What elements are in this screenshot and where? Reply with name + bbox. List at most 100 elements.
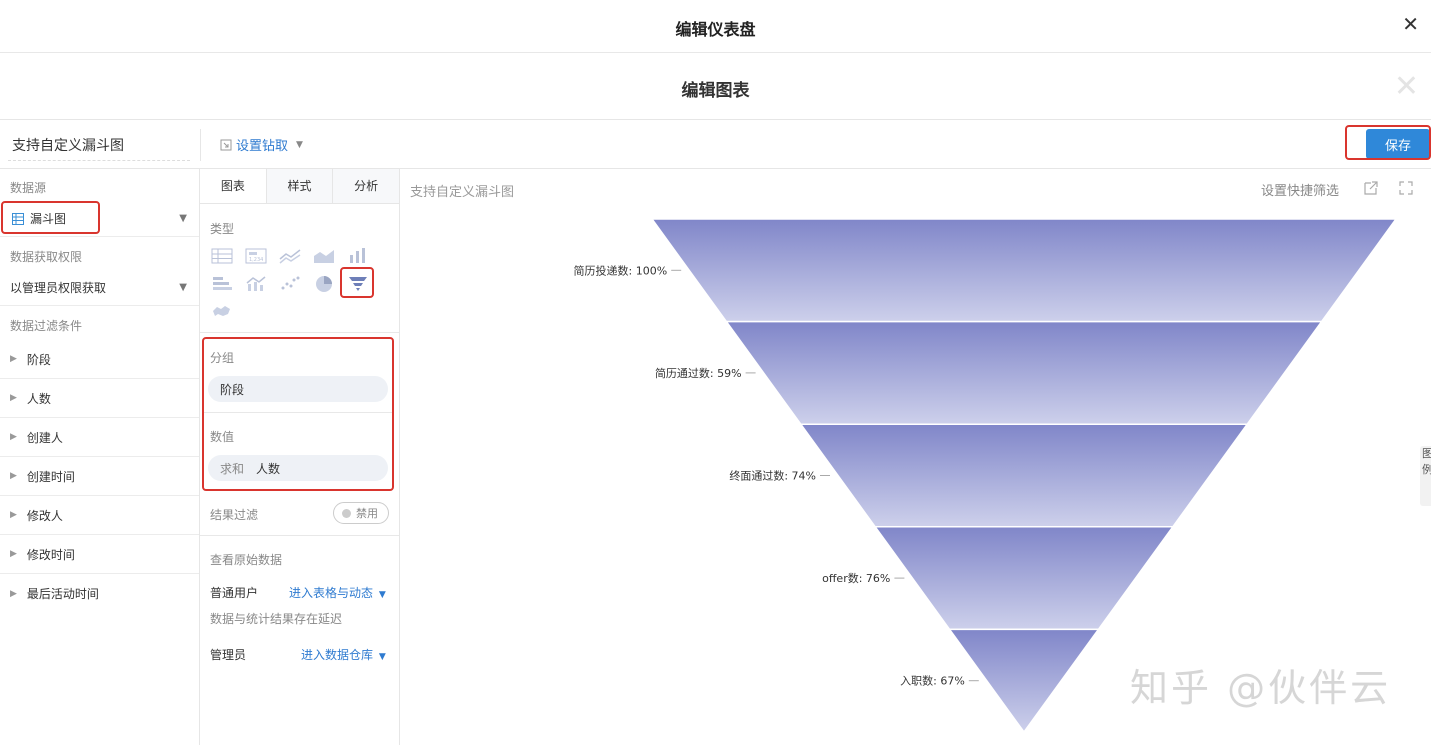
- funnel-data-label: 终面通过数: 74%: [729, 469, 816, 483]
- pie-chart-icon[interactable]: [312, 274, 336, 294]
- data-filter-label: 数据过滤条件: [10, 319, 83, 333]
- caret-right-icon: ▶: [10, 588, 17, 599]
- funnel-segment[interactable]: [799, 423, 1249, 528]
- value-label: 数值: [210, 430, 235, 444]
- field-item[interactable]: ▶ 人数: [0, 379, 199, 418]
- permission-label: 数据获取权限: [10, 250, 83, 264]
- fullscreen-icon[interactable]: [1398, 180, 1414, 196]
- dashboard-editor-header: 编辑仪表盘 ✕: [0, 0, 1431, 53]
- funnel-data-label: 简历投递数: 100%: [574, 263, 668, 277]
- funnel-segment[interactable]: [724, 320, 1324, 425]
- map-chart-icon[interactable]: [210, 302, 234, 322]
- field-label: 最后活动时间: [26, 587, 99, 601]
- chevron-down-icon: ▼: [296, 139, 303, 150]
- caret-right-icon: ▶: [10, 432, 17, 442]
- table-icon: [12, 212, 24, 225]
- raw-data-label: 查看原始数据: [210, 553, 283, 567]
- normal-user-label: 普通用户: [210, 586, 259, 600]
- line-chart-icon[interactable]: [278, 246, 302, 266]
- chart-title: 支持自定义漏斗图: [410, 185, 515, 200]
- funnel-chart-icon[interactable]: [346, 274, 370, 294]
- caret-right-icon: ▶: [10, 471, 17, 481]
- datasource-value: 漏斗图: [30, 212, 67, 226]
- field-label: 修改时间: [26, 547, 75, 562]
- drill-setting-button[interactable]: 设置钻取 ▼: [220, 135, 303, 154]
- enter-table-link[interactable]: 进入表格与动态 ▼: [289, 584, 386, 601]
- field-label: 人数: [26, 391, 51, 406]
- funnel-segment[interactable]: [650, 218, 1398, 323]
- combo-chart-icon[interactable]: [244, 274, 268, 294]
- permission-select[interactable]: 以管理员权限获取 ▼: [0, 270, 199, 306]
- close-chart-editor-icon[interactable]: ✕: [1394, 72, 1419, 102]
- funnel-data-label: offer数: 76%: [822, 572, 890, 585]
- drill-icon: [220, 139, 232, 150]
- drill-setting-label: 设置钻取: [236, 139, 289, 154]
- delay-note: 数据与统计结果存在延迟: [210, 612, 343, 626]
- value-field-name: 人数: [256, 461, 281, 476]
- enter-table-link-label: 进入表格与动态: [289, 586, 374, 600]
- datasource-select[interactable]: 漏斗图 ▼: [0, 201, 199, 237]
- legend-toggle-tab[interactable]: 图例: [1420, 446, 1431, 506]
- field-label: 创建时间: [26, 469, 75, 484]
- field-label: 修改人: [26, 508, 63, 523]
- tab-style[interactable]: 样式: [265, 169, 333, 203]
- table-chart-icon[interactable]: [210, 246, 234, 266]
- chart-type-label: 类型: [210, 222, 235, 236]
- quick-filter-button[interactable]: 设置快捷筛选: [1261, 180, 1339, 199]
- svg-text:1,234: 1,234: [249, 257, 263, 263]
- divider: [202, 412, 392, 413]
- group-label: 分组: [210, 351, 235, 365]
- caret-right-icon: ▶: [10, 549, 17, 559]
- horizontal-bar-icon[interactable]: [210, 274, 234, 294]
- funnel-data-label: 简历通过数: 59%: [655, 366, 742, 380]
- legend-tab-label: 图例: [1422, 447, 1431, 476]
- datasource-label: 数据源: [10, 181, 47, 195]
- value-field-pill[interactable]: 求和 人数: [208, 455, 388, 481]
- enter-warehouse-link[interactable]: 进入数据仓库 ▼: [301, 646, 386, 663]
- chart-preview-area: 简历投递数: 100% 简历通过数: 59% 终面通过数: 74% offer数: 7…: [400, 169, 1431, 745]
- scatter-chart-icon[interactable]: [278, 274, 302, 294]
- result-filter-label: 结果过滤: [210, 508, 259, 522]
- caret-right-icon: ▶: [10, 510, 17, 520]
- funnel-segment[interactable]: [873, 526, 1175, 631]
- chart-editor-title: 编辑图表: [681, 81, 750, 101]
- chevron-down-icon: ▼: [378, 652, 386, 662]
- chart-toolbar: 设置钻取 ▼ 保存: [0, 121, 1431, 169]
- area-chart-icon[interactable]: [312, 246, 336, 266]
- group-field-value: 阶段: [220, 382, 245, 397]
- caret-right-icon: ▶: [10, 393, 17, 403]
- field-item[interactable]: ▶ 阶段: [0, 340, 199, 379]
- divider: [200, 332, 399, 333]
- tab-chart[interactable]: 图表: [200, 169, 266, 203]
- result-filter-toggle[interactable]: 禁用: [333, 502, 389, 524]
- permission-value: 以管理员权限获取: [10, 281, 107, 295]
- chart-name-input[interactable]: [8, 129, 190, 161]
- dashboard-editor-title: 编辑仪表盘: [675, 20, 756, 39]
- chart-editor-header: 编辑图表 ✕: [0, 54, 1431, 120]
- field-item[interactable]: ▶ 最后活动时间: [0, 574, 199, 613]
- data-config-panel: 数据源 漏斗图 ▼ 数据获取权限 以管理员权限获取 ▼ 数据过滤条件 ▶ 阶段 ▶…: [0, 169, 200, 745]
- watermark: 知乎 @伙伴云: [1130, 666, 1392, 710]
- enter-warehouse-link-label: 进入数据仓库: [301, 648, 374, 662]
- config-tabs: 图表 样式 分析: [200, 169, 400, 204]
- number-card-icon[interactable]: 1,234: [244, 246, 268, 266]
- chart-config-panel: 图表 样式 分析 类型 1,234 分组 阶段 数值 求和 人数 结果过滤 禁用…: [200, 169, 400, 745]
- field-item[interactable]: ▶ 修改人: [0, 496, 199, 535]
- aggregation-label[interactable]: 求和: [220, 460, 244, 477]
- field-label: 阶段: [26, 352, 51, 367]
- save-button[interactable]: 保存: [1366, 129, 1430, 159]
- open-external-icon[interactable]: [1363, 180, 1379, 196]
- chevron-down-icon: ▼: [179, 282, 187, 293]
- funnel-data-label: 入职数: 67%: [900, 675, 965, 688]
- field-item[interactable]: ▶ 创建时间: [0, 457, 199, 496]
- field-label: 创建人: [26, 430, 63, 445]
- caret-right-icon: ▶: [10, 354, 17, 364]
- close-dashboard-icon[interactable]: ✕: [1402, 14, 1419, 34]
- field-item[interactable]: ▶ 修改时间: [0, 535, 199, 574]
- field-item[interactable]: ▶ 创建人: [0, 418, 199, 457]
- bar-chart-icon[interactable]: [346, 246, 370, 266]
- tab-analysis[interactable]: 分析: [332, 169, 400, 203]
- divider: [200, 535, 399, 536]
- group-field-pill[interactable]: 阶段: [208, 376, 388, 402]
- toolbar-divider: [200, 129, 201, 161]
